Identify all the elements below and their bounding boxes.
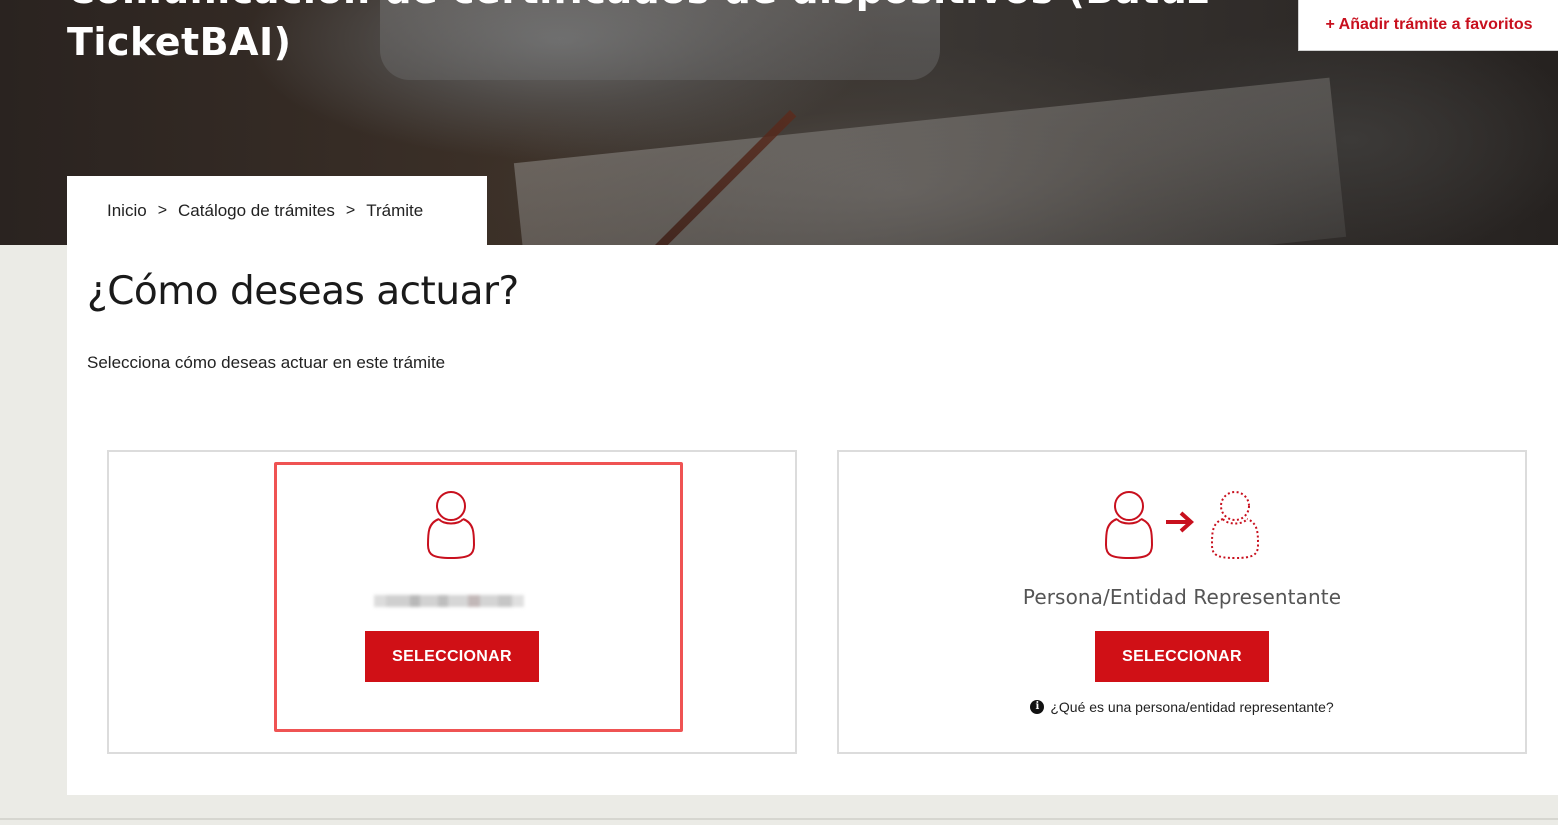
info-icon: i — [1030, 700, 1045, 714]
option-card-representative: Persona/Entidad Representante SELECCIONA… — [837, 450, 1527, 754]
main-panel: ¿Cómo deseas actuar? Selecciona cómo des… — [67, 245, 1558, 795]
footer-divider — [0, 818, 1558, 820]
breadcrumb-item-inicio[interactable]: Inicio — [107, 201, 147, 221]
add-to-favorites-button[interactable]: + Añadir trámite a favoritos — [1298, 0, 1558, 51]
page-subtitle: Selecciona cómo deseas actuar en este tr… — [87, 353, 446, 372]
option-card-self: SELECCIONAR — [107, 450, 797, 754]
page-title: ¿Cómo deseas actuar? — [87, 269, 519, 314]
breadcrumb-item-catalogo[interactable]: Catálogo de trámites — [178, 201, 335, 221]
select-self-button[interactable]: SELECCIONAR — [365, 631, 539, 682]
help-link-text[interactable]: ¿Qué es una persona/entidad representant… — [1050, 699, 1333, 715]
option-label-blurred — [374, 590, 532, 612]
representative-icon — [1104, 491, 1260, 560]
page-header-title: Comunicación de certificados de disposit… — [67, 0, 1209, 64]
hero-background-paper — [513, 77, 1347, 245]
option-label-representative: Persona/Entidad Representante — [1022, 585, 1342, 609]
select-representative-button[interactable]: SELECCIONAR — [1095, 631, 1269, 682]
person-icon — [426, 491, 476, 560]
breadcrumb-separator: > — [157, 201, 168, 219]
breadcrumb-separator: > — [345, 201, 356, 219]
breadcrumb-item-tramite: Trámite — [366, 200, 424, 220]
breadcrumb: Inicio > Catálogo de trámites > Trámite — [67, 176, 487, 245]
representative-help-link[interactable]: i ¿Qué es una persona/entidad representa… — [839, 699, 1525, 715]
